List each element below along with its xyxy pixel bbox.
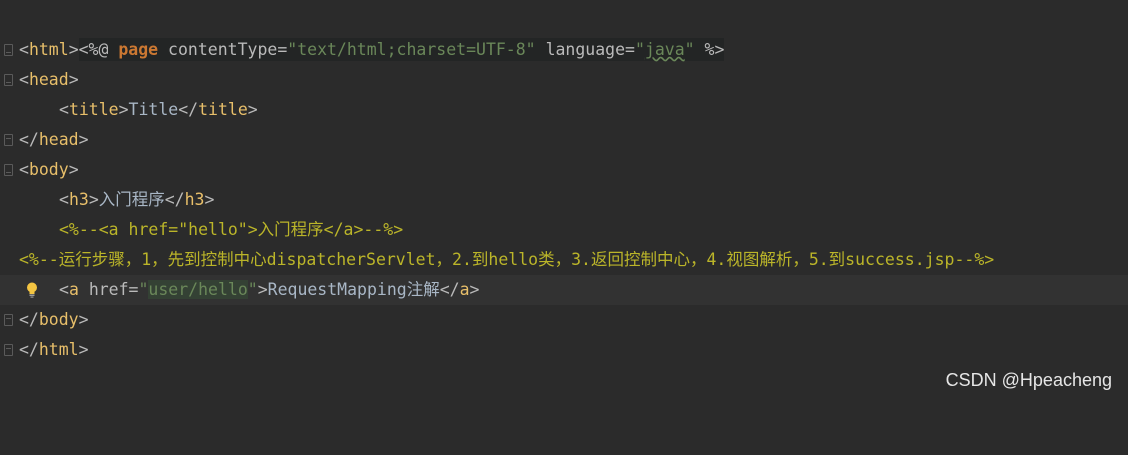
bracket: >: [118, 100, 129, 119]
tag-name: head: [38, 130, 79, 149]
gutter: [0, 35, 18, 65]
bracket: >: [88, 190, 99, 209]
code-content: <%--运行步骤，1，先到控制中心dispatcherServlet，2.到he…: [19, 245, 994, 275]
code-content: <head>: [19, 65, 79, 95]
code-content: <%--<a href="hello">入门程序</a>--%>: [19, 215, 403, 245]
code-line-12[interactable]: </html>: [0, 335, 1128, 365]
bracket: <: [59, 190, 69, 209]
bracket: </: [164, 190, 185, 209]
tag-name: h3: [68, 190, 89, 209]
bracket: </: [178, 100, 199, 119]
code-line-11[interactable]: </body>: [0, 305, 1128, 335]
code-content: <%@ page contentType="text/html;charset=…: [19, 5, 725, 61]
bracket: >: [247, 100, 258, 119]
gutter: [0, 125, 18, 155]
bracket: >: [78, 130, 89, 149]
code-content: <body>: [19, 155, 79, 185]
gutter: [0, 155, 18, 185]
tag-name: a: [68, 280, 79, 299]
quote: ": [138, 280, 149, 299]
bracket: </: [19, 340, 39, 359]
code-line-6[interactable]: <body>: [0, 155, 1128, 185]
code-content: </head>: [19, 125, 89, 155]
fold-marker-icon[interactable]: [4, 134, 13, 146]
tag-name: head: [28, 70, 69, 89]
code-line-4[interactable]: <title>Title</title>: [0, 95, 1128, 125]
bracket: >: [204, 190, 215, 209]
bracket: >: [78, 310, 89, 329]
code-content: </html>: [19, 335, 89, 365]
fold-marker-icon[interactable]: [4, 344, 13, 356]
text-content: Title: [128, 100, 179, 119]
tag-name: title: [198, 100, 248, 119]
jsp-comment: <%--运行步骤，1，先到控制中心dispatcherServlet，2.到he…: [19, 250, 995, 269]
watermark: CSDN @Hpeacheng: [945, 370, 1112, 390]
bracket: <: [59, 100, 69, 119]
code-editor[interactable]: <%@ page contentType="text/html;charset=…: [0, 0, 1128, 401]
code-content: </body>: [19, 305, 89, 335]
code-line-2[interactable]: <html>: [0, 35, 1128, 65]
code-line-7[interactable]: <h3>入门程序</h3>: [0, 185, 1128, 215]
gutter: [0, 305, 18, 335]
code-content: <a href="user/hello">RequestMapping注解</a…: [19, 275, 479, 305]
code-line-5[interactable]: </head>: [0, 125, 1128, 155]
code-line-3[interactable]: <head>: [0, 65, 1128, 95]
jsp-comment: <%--<a href="hello">入门程序</a>--%>: [59, 220, 404, 239]
text-content: RequestMapping注解: [267, 280, 440, 299]
code-line-10[interactable]: <a href="user/hello">RequestMapping注解</a…: [0, 275, 1128, 305]
tag-name: h3: [184, 190, 205, 209]
tag-name: body: [28, 160, 69, 179]
tag-name: html: [28, 40, 69, 59]
bracket: >: [68, 70, 79, 89]
gutter: [0, 335, 18, 365]
attr-value: user/hello: [148, 280, 248, 299]
bracket: <: [19, 70, 29, 89]
bracket: </: [439, 280, 460, 299]
fold-marker-icon[interactable]: [4, 314, 13, 326]
bracket: >: [68, 40, 79, 59]
fold-marker-icon[interactable]: [4, 74, 13, 86]
fold-marker-icon[interactable]: [4, 44, 13, 56]
text-content: 入门程序: [98, 190, 165, 209]
bracket: >: [78, 340, 89, 359]
bracket: <: [59, 280, 69, 299]
bracket: <: [19, 40, 29, 59]
quote: ": [247, 280, 258, 299]
code-line-9[interactable]: <%--运行步骤，1，先到控制中心dispatcherServlet，2.到he…: [0, 245, 1128, 275]
attr-name: href=: [88, 280, 139, 299]
fold-marker-icon[interactable]: [4, 164, 13, 176]
code-content: <h3>入门程序</h3>: [19, 185, 214, 215]
code-line-1[interactable]: <%@ page contentType="text/html;charset=…: [0, 5, 1128, 61]
code-line-8[interactable]: <%--<a href="hello">入门程序</a>--%>: [0, 215, 1128, 245]
gutter: [0, 65, 18, 95]
bracket: >: [257, 280, 268, 299]
tag-name: a: [459, 280, 470, 299]
tag-name: html: [38, 340, 79, 359]
code-content: <title>Title</title>: [19, 95, 258, 125]
bracket: >: [469, 280, 480, 299]
tag-name: title: [68, 100, 119, 119]
bracket: </: [19, 130, 39, 149]
tag-name: body: [38, 310, 79, 329]
bracket: <: [19, 160, 29, 179]
code-content: <html>: [19, 35, 79, 65]
bracket: </: [19, 310, 39, 329]
bracket: >: [68, 160, 79, 179]
